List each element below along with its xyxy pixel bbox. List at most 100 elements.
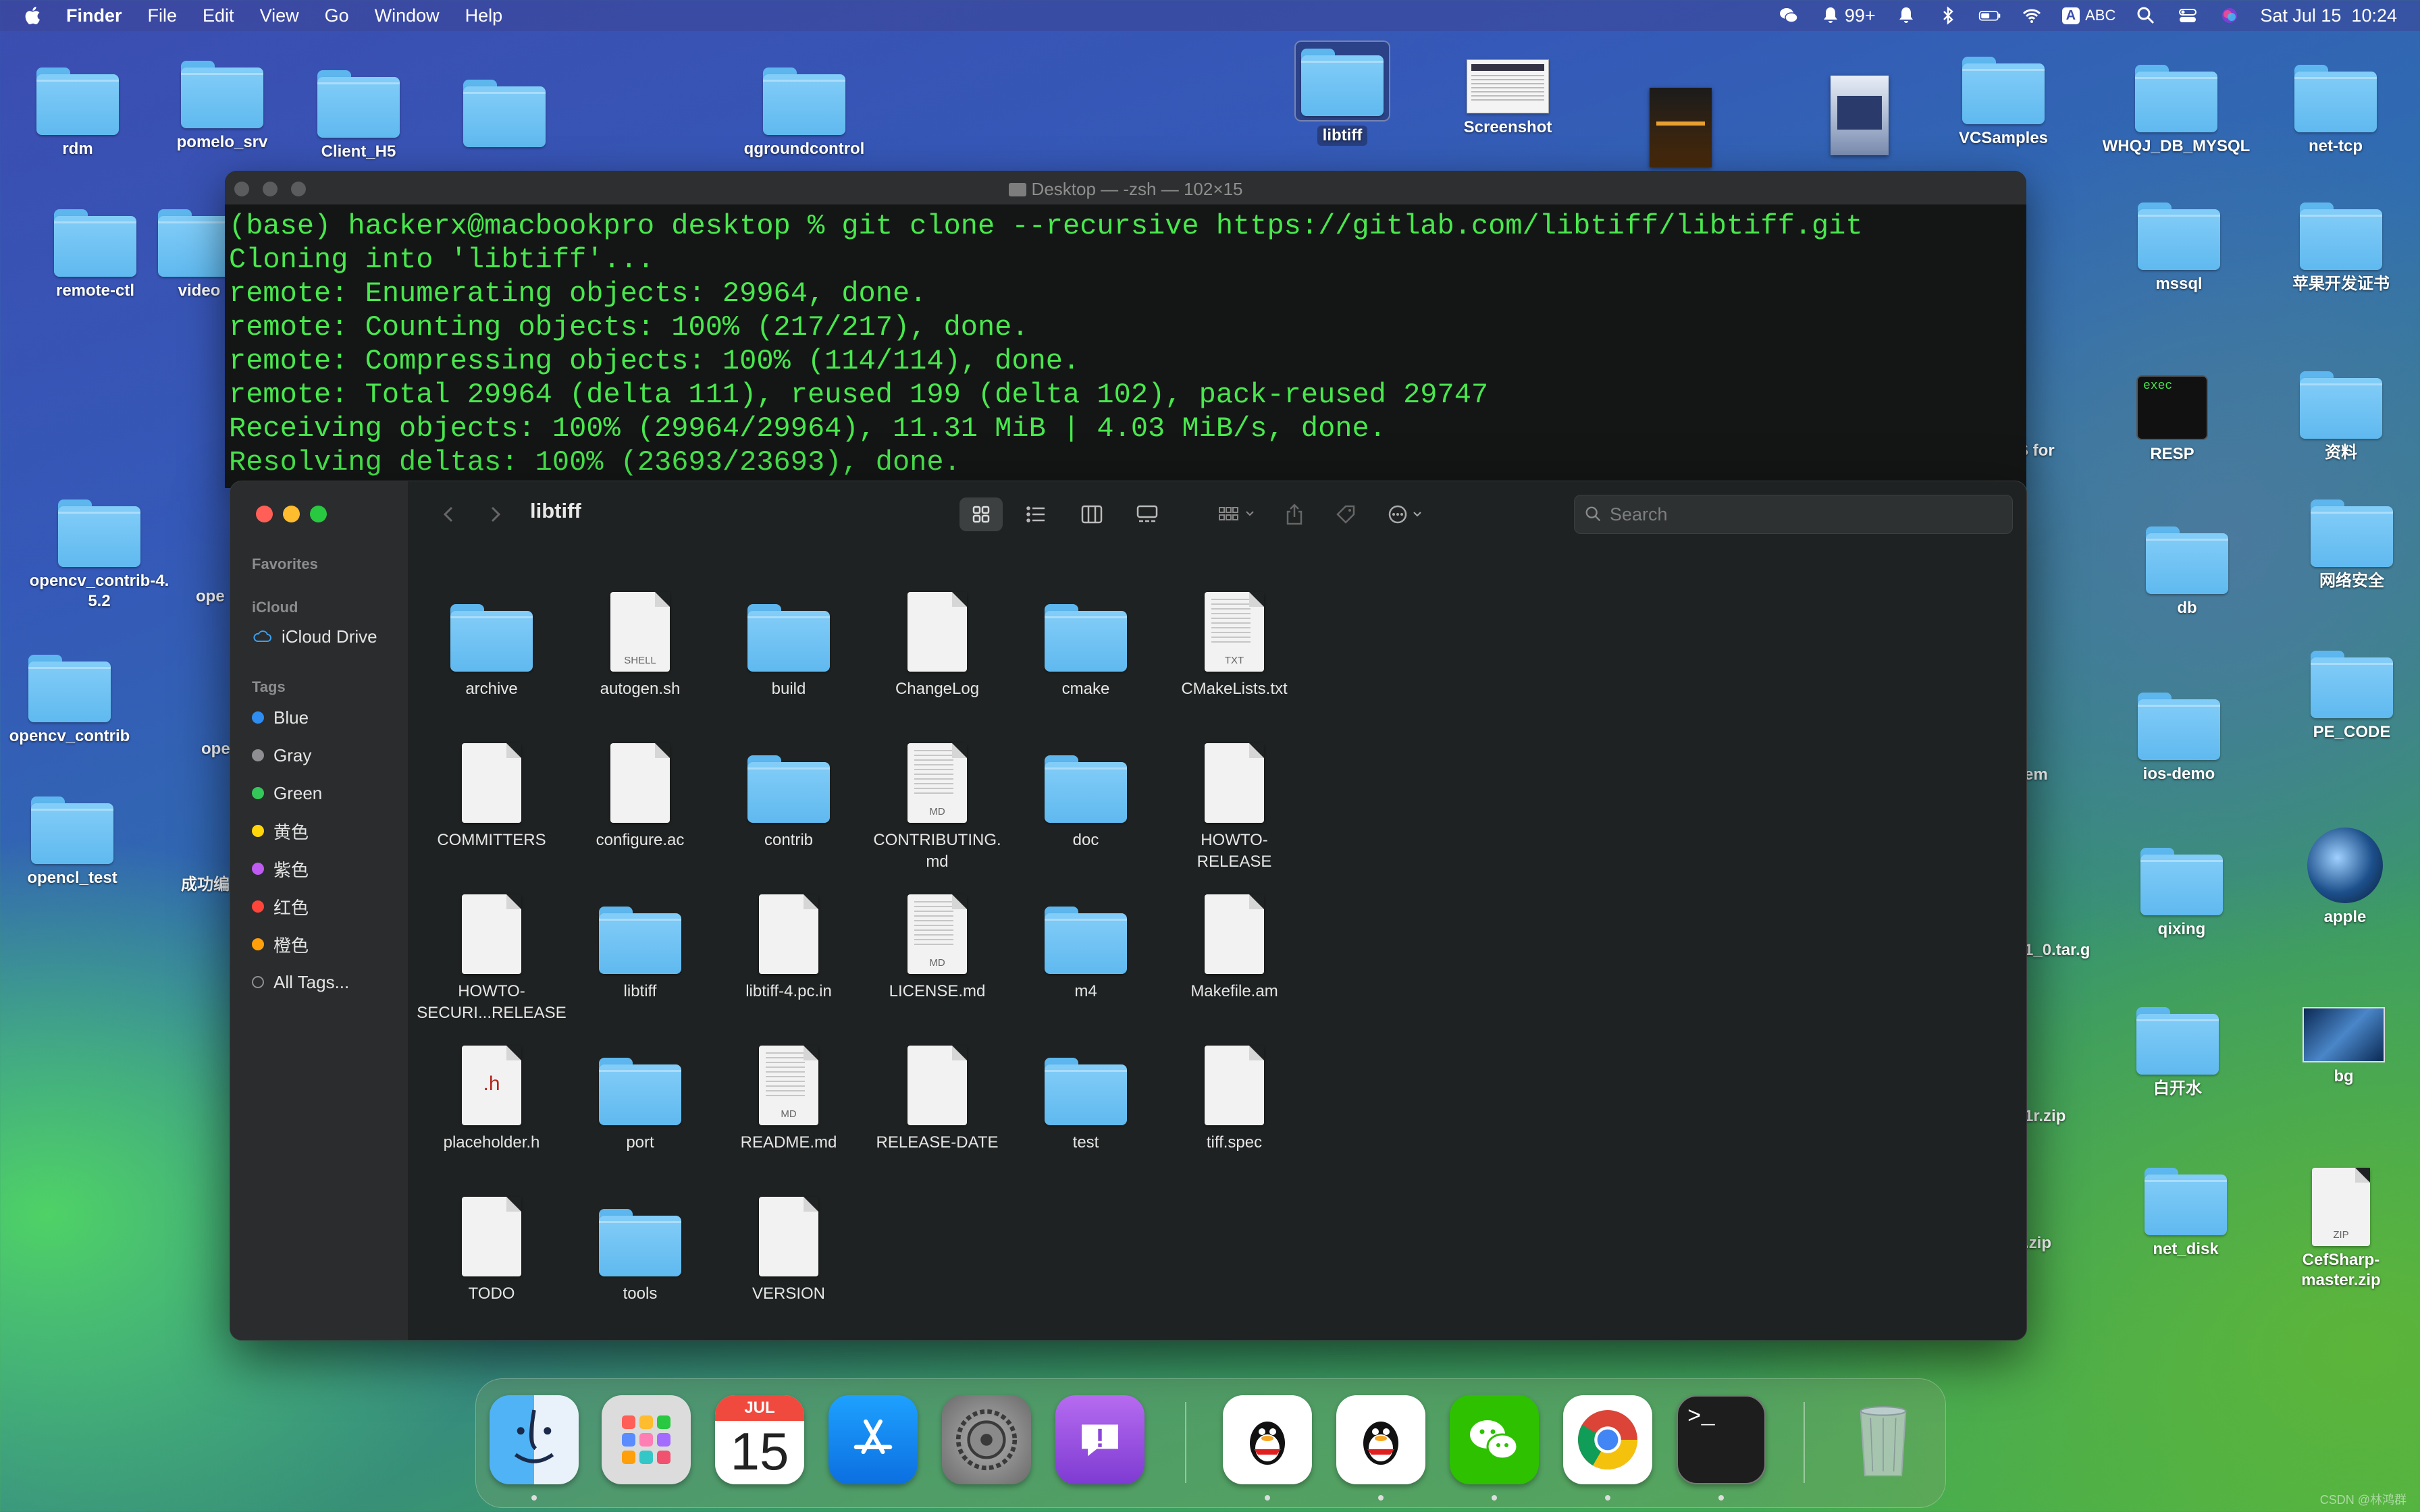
file-item[interactable]: cmake bbox=[1014, 580, 1158, 700]
sidebar-item-icloud-drive[interactable]: iCloud Drive bbox=[252, 623, 377, 650]
book-cover-icon[interactable] bbox=[1650, 88, 1712, 167]
file-item[interactable]: TODO bbox=[419, 1185, 564, 1305]
forward-button[interactable] bbox=[481, 497, 508, 531]
column-view-button[interactable] bbox=[1070, 497, 1113, 531]
list-view-button[interactable] bbox=[1015, 497, 1058, 531]
file-item[interactable]: MD README.md bbox=[716, 1033, 861, 1154]
desktop-item-mssql[interactable]: mssql bbox=[2101, 202, 2257, 294]
gallery-view-button[interactable] bbox=[1126, 497, 1169, 531]
more-actions-button[interactable] bbox=[1381, 497, 1435, 531]
menu-app-name[interactable]: Finder bbox=[66, 5, 122, 26]
input-source[interactable]: A ABC bbox=[2061, 7, 2115, 24]
terminal-icon[interactable]: >_ bbox=[1677, 1395, 1766, 1484]
menu-edit[interactable]: Edit bbox=[203, 5, 234, 26]
sidebar-all-tags[interactable]: All Tags... bbox=[252, 969, 349, 996]
terminal-window[interactable]: Desktop — -zsh — 102×15 (base) hackerx@m… bbox=[225, 171, 2026, 488]
desktop-item-client-h5[interactable]: Client_H5 bbox=[281, 70, 436, 162]
desktop-item-success-label[interactable]: 成功编 bbox=[181, 871, 230, 894]
desktop-item-network-security[interactable]: 网络安全 bbox=[2274, 500, 2420, 591]
tag-button[interactable] bbox=[1330, 497, 1362, 531]
file-item[interactable]: doc bbox=[1014, 731, 1158, 851]
qq-icon[interactable] bbox=[1336, 1395, 1425, 1484]
file-item[interactable]: .h placeholder.h bbox=[419, 1033, 564, 1154]
feedback-icon[interactable] bbox=[1055, 1395, 1145, 1484]
desktop-item-opencl-test[interactable]: opencl_test bbox=[0, 796, 150, 888]
file-item[interactable]: libtiff bbox=[568, 882, 712, 1002]
file-item[interactable]: test bbox=[1014, 1033, 1158, 1154]
desktop-item-qgroundcontrol[interactable]: qgroundcontrol bbox=[727, 68, 882, 159]
share-button[interactable] bbox=[1278, 497, 1311, 531]
bluetooth-icon[interactable] bbox=[1937, 4, 1959, 27]
desktop-item-cefsharp-zip[interactable]: ZIP CefSharp- master.zip bbox=[2263, 1168, 2419, 1291]
file-item[interactable]: HOWTO- SECURI...RELEASE bbox=[417, 882, 567, 1024]
desktop-item-qixing[interactable]: qixing bbox=[2104, 848, 2259, 940]
notification-status[interactable]: 99+ bbox=[1819, 4, 1876, 27]
icon-view-button[interactable] bbox=[959, 497, 1003, 531]
app-store-icon[interactable] bbox=[828, 1395, 918, 1484]
desktop-item-apple-image[interactable]: apple bbox=[2267, 828, 2420, 927]
desktop-item-materials[interactable]: 资料 bbox=[2263, 371, 2419, 463]
desktop-item-ope-label[interactable]: ope bbox=[196, 587, 225, 606]
sidebar-tag-blue[interactable]: Blue bbox=[252, 704, 309, 731]
group-by-button[interactable] bbox=[1212, 497, 1266, 531]
file-item[interactable]: ChangeLog bbox=[865, 580, 1009, 700]
desktop-item-zip2-label[interactable]: .zip bbox=[2024, 1234, 2051, 1253]
menu-window[interactable]: Window bbox=[375, 5, 440, 26]
desktop-item-screenshot[interactable]: Screenshot bbox=[1430, 59, 1585, 138]
qq-icon[interactable] bbox=[1223, 1395, 1312, 1484]
file-item[interactable]: contrib bbox=[716, 731, 861, 851]
file-item[interactable]: archive bbox=[419, 580, 564, 700]
file-item[interactable]: libtiff-4.pc.in bbox=[716, 882, 861, 1002]
desktop-item-db[interactable]: db bbox=[2109, 526, 2265, 618]
file-item[interactable]: RELEASE-DATE bbox=[865, 1033, 1009, 1154]
desktop-item-whqj-db-mysql[interactable]: WHQJ_DB_MYSQL bbox=[2099, 65, 2254, 157]
sidebar-tag-purple[interactable]: 紫色 bbox=[252, 855, 309, 882]
wechat-icon[interactable] bbox=[1450, 1395, 1539, 1484]
wifi-icon[interactable] bbox=[2020, 4, 2043, 27]
desktop-item-em-label[interactable]: em bbox=[2024, 765, 2048, 784]
file-item[interactable]: COMMITTERS bbox=[419, 731, 564, 851]
system-settings-icon[interactable] bbox=[942, 1395, 1031, 1484]
file-item[interactable]: build bbox=[716, 580, 861, 700]
file-item[interactable]: configure.ac bbox=[568, 731, 712, 851]
desktop-item-ope2-label[interactable]: ope bbox=[201, 740, 230, 759]
sidebar-tag-green[interactable]: Green bbox=[252, 780, 322, 807]
desktop-item-pomelo-srv[interactable]: pomelo_srv bbox=[144, 61, 300, 153]
desktop-item-folder[interactable] bbox=[427, 80, 582, 147]
desktop-item-opencv-contrib-452[interactable]: opencv_contrib-4. 5.2 bbox=[22, 500, 177, 612]
finder-minimize-button[interactable] bbox=[283, 506, 300, 522]
bell-icon[interactable] bbox=[1895, 4, 1918, 27]
desktop-item-net-disk[interactable]: net_disk bbox=[2108, 1168, 2263, 1260]
file-item[interactable]: tools bbox=[568, 1185, 712, 1305]
battery-icon[interactable] bbox=[1978, 4, 2001, 27]
file-item[interactable]: tiff.spec bbox=[1162, 1033, 1307, 1154]
file-item[interactable]: VERSION bbox=[716, 1185, 861, 1305]
finder-close-button[interactable] bbox=[256, 506, 273, 522]
wechat-status-icon[interactable] bbox=[1777, 4, 1800, 27]
desktop-item-rdm[interactable]: rdm bbox=[0, 68, 155, 159]
desktop-item-net-tcp[interactable]: net-tcp bbox=[2258, 65, 2413, 157]
desktop-item-tar-label[interactable]: 1_0.tar.g bbox=[2024, 941, 2090, 960]
menu-go[interactable]: Go bbox=[325, 5, 349, 26]
menu-file[interactable]: File bbox=[148, 5, 178, 26]
chrome-icon[interactable] bbox=[1563, 1395, 1652, 1484]
desktop-item-zip-label[interactable]: 1r.zip bbox=[2024, 1107, 2066, 1126]
file-item[interactable]: SHELL autogen.sh bbox=[568, 580, 712, 700]
file-item[interactable]: port bbox=[568, 1033, 712, 1154]
desktop-item-apple-dev-cert[interactable]: 苹果开发证书 bbox=[2263, 202, 2419, 294]
desktop-item-resp[interactable]: exec RESP bbox=[2095, 375, 2250, 464]
search-icon[interactable] bbox=[2134, 4, 2157, 27]
launchpad-icon[interactable] bbox=[602, 1395, 691, 1484]
finder-zoom-button[interactable] bbox=[310, 506, 327, 522]
desktop-item-ios-demo[interactable]: ios-demo bbox=[2101, 693, 2257, 784]
finder-icon[interactable] bbox=[490, 1395, 579, 1484]
sidebar-tag-red[interactable]: 红色 bbox=[252, 893, 309, 920]
book-cover-icon[interactable] bbox=[1831, 76, 1889, 155]
menu-help[interactable]: Help bbox=[465, 5, 503, 26]
file-item[interactable]: m4 bbox=[1014, 882, 1158, 1002]
siri-icon[interactable] bbox=[2218, 4, 2241, 27]
file-item[interactable]: Makefile.am bbox=[1162, 882, 1307, 1002]
finder-window[interactable]: Favorites iCloud iCloud Drive Tags Blue … bbox=[230, 481, 2027, 1341]
menu-view[interactable]: View bbox=[260, 5, 299, 26]
trash-icon[interactable] bbox=[1839, 1395, 1928, 1484]
